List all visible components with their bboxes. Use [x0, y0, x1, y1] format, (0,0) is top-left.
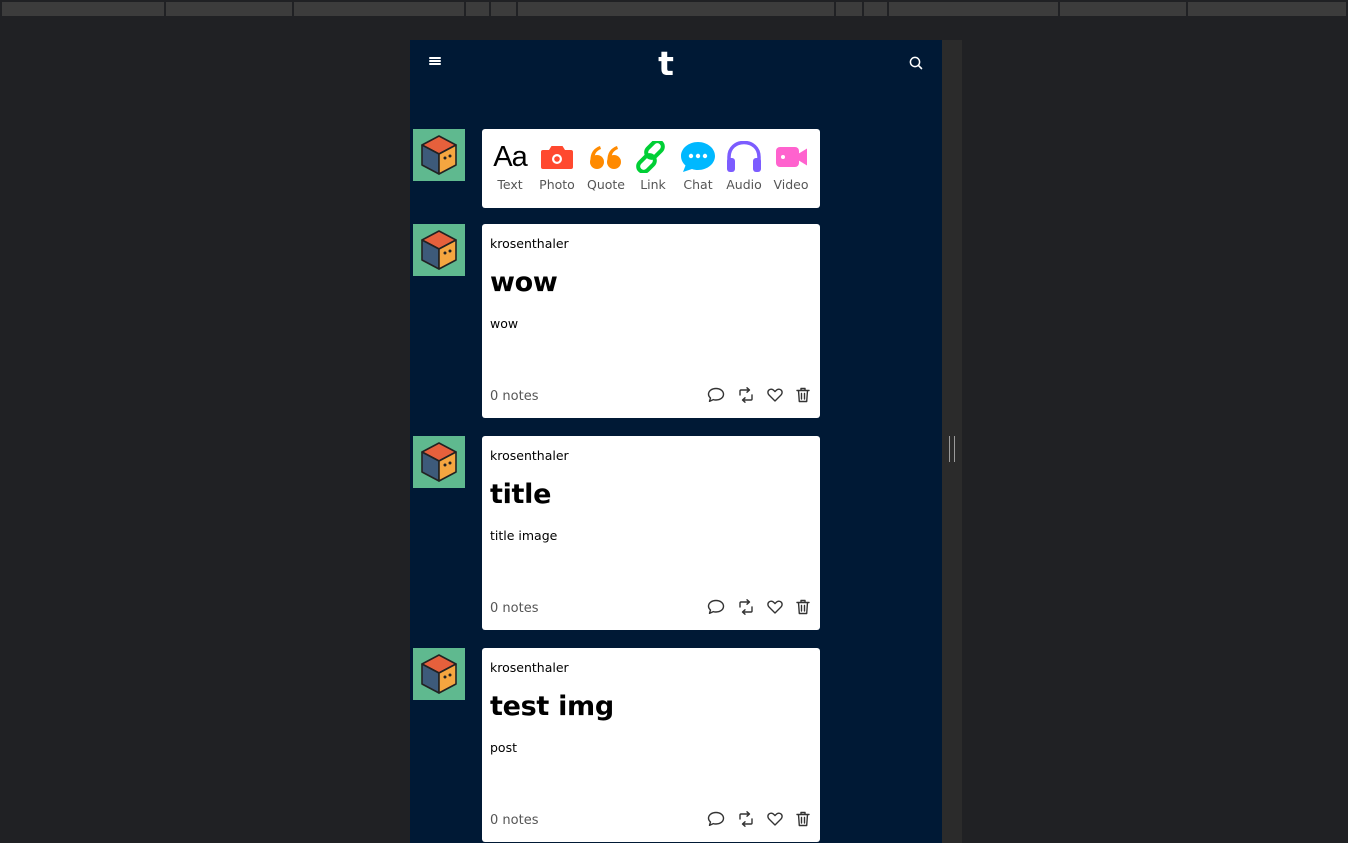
post-title: title: [490, 479, 552, 510]
post-card: krosenthaler title title image 0 notes: [482, 436, 820, 630]
avatar[interactable]: [413, 129, 465, 181]
notes-count[interactable]: 0 notes: [490, 601, 538, 616]
comment-icon[interactable]: [707, 598, 725, 616]
post-type-label: Photo: [539, 177, 575, 192]
app-viewport: t Aa Text Photo Quote Link Chat Audio Vi…: [410, 40, 942, 843]
post-title: test img: [490, 691, 614, 722]
post-composer: Aa Text Photo Quote Link Chat Audio Vide…: [482, 129, 820, 208]
tumblr-logo[interactable]: t: [654, 47, 678, 81]
post-body: post: [490, 740, 517, 755]
post-title: wow: [490, 267, 558, 298]
headphones-icon: [727, 141, 761, 172]
text-icon: Aa: [493, 141, 527, 173]
post-body: title image: [490, 528, 558, 543]
new-audio-post-button[interactable]: Audio: [721, 129, 767, 208]
search-icon[interactable]: [908, 55, 924, 71]
avatar[interactable]: [413, 648, 465, 700]
reblog-icon[interactable]: [737, 598, 755, 616]
hamburger-menu-icon[interactable]: [429, 57, 441, 65]
heart-icon[interactable]: [766, 386, 784, 404]
trash-icon[interactable]: [794, 810, 812, 828]
chat-icon: [681, 142, 715, 172]
post-type-label: Quote: [586, 177, 625, 192]
comment-icon[interactable]: [707, 810, 725, 828]
post-type-label: Audio: [726, 177, 762, 192]
devtools-toolbar: [0, 0, 1348, 18]
reblog-icon[interactable]: [737, 810, 755, 828]
comment-icon[interactable]: [707, 386, 725, 404]
heart-icon[interactable]: [766, 810, 784, 828]
post-author[interactable]: krosenthaler: [490, 236, 569, 251]
post-type-label: Video: [773, 177, 809, 192]
post-author[interactable]: krosenthaler: [490, 448, 569, 463]
post-author[interactable]: krosenthaler: [490, 660, 569, 675]
notes-count[interactable]: 0 notes: [490, 389, 538, 404]
new-quote-post-button[interactable]: Quote: [583, 129, 629, 208]
post-body: wow: [490, 316, 519, 331]
new-chat-post-button[interactable]: Chat: [675, 129, 721, 208]
quote-icon: [590, 146, 621, 169]
link-icon: [636, 141, 665, 173]
post-type-label: Text: [497, 177, 523, 192]
notes-count[interactable]: 0 notes: [490, 813, 538, 828]
avatar[interactable]: [413, 224, 465, 276]
post-card: krosenthaler test img post 0 notes: [482, 648, 820, 842]
camera-icon: [541, 146, 573, 169]
video-camera-icon: [776, 147, 807, 167]
new-link-post-button[interactable]: Link: [630, 129, 676, 208]
new-text-post-button[interactable]: Aa Text: [487, 129, 533, 208]
trash-icon[interactable]: [794, 386, 812, 404]
post-card: krosenthaler wow wow 0 notes: [482, 224, 820, 418]
new-video-post-button[interactable]: Video: [768, 129, 814, 208]
trash-icon[interactable]: [794, 598, 812, 616]
viewport-resize-handle[interactable]: [949, 436, 955, 462]
reblog-icon[interactable]: [737, 386, 755, 404]
avatar[interactable]: [413, 436, 465, 488]
new-photo-post-button[interactable]: Photo: [534, 129, 580, 208]
heart-icon[interactable]: [766, 598, 784, 616]
